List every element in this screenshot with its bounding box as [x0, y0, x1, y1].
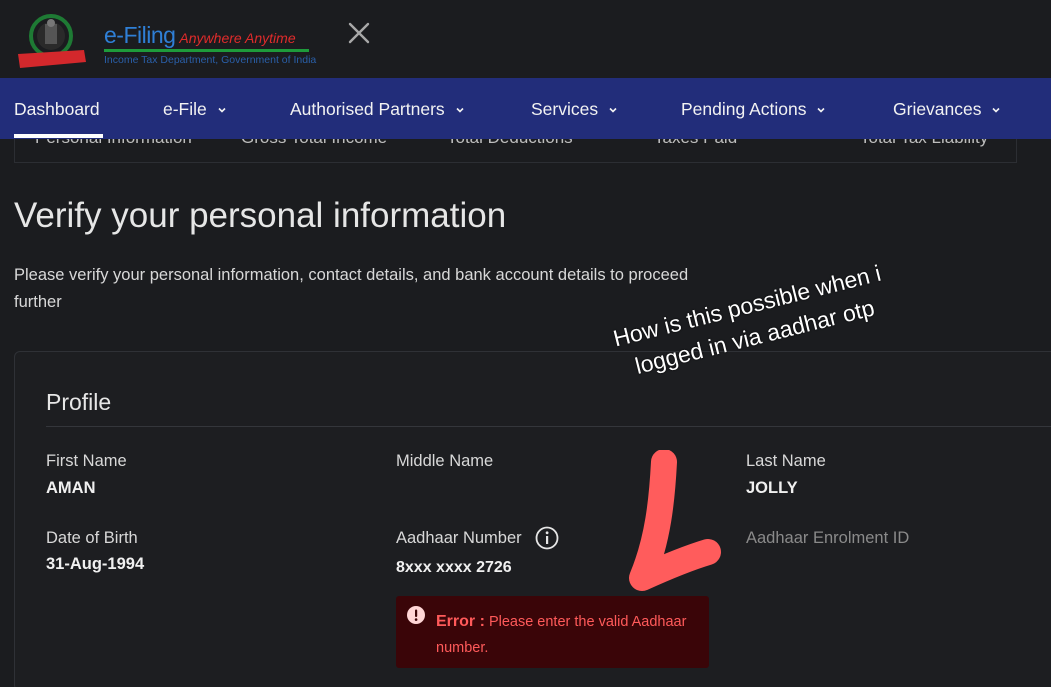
- step-total-deductions[interactable]: Total Deductions: [447, 139, 573, 148]
- brand-tagline: Anywhere Anytime: [179, 30, 296, 46]
- brand-name: e-Filing: [104, 22, 176, 48]
- chevron-down-icon: [992, 108, 1000, 114]
- step-gross-total-income[interactable]: Gross Total Income: [241, 139, 387, 148]
- profile-divider: [46, 426, 1051, 427]
- aadhaar-number-value: 8xxx xxxx 2726: [396, 559, 512, 576]
- dob-value: 31-Aug-1994: [46, 555, 145, 573]
- nav-item-grievances[interactable]: Grievances: [893, 99, 1002, 120]
- error-message: Error : Please enter the valid Aadhaar n…: [436, 609, 700, 661]
- chevron-down-icon: [817, 108, 825, 114]
- filing-steps: Personal Information Gross Total Income …: [14, 139, 1017, 163]
- nav-item-pending-actions[interactable]: Pending Actions: [681, 99, 827, 120]
- step-taxes-paid[interactable]: Taxes Paid: [654, 139, 737, 148]
- nav-active-indicator: [14, 134, 103, 138]
- brand-subtitle: Income Tax Department, Government of Ind…: [104, 54, 317, 66]
- info-icon[interactable]: [535, 526, 559, 550]
- nav-item-e-file[interactable]: e-File: [163, 99, 228, 120]
- brand-block: e-Filing Anywhere Anytime Income Tax Depa…: [104, 22, 316, 66]
- dob-label: Date of Birth: [46, 529, 138, 547]
- close-icon[interactable]: [346, 20, 372, 46]
- middle-name-label: Middle Name: [396, 452, 494, 470]
- step-total-tax-liability[interactable]: Total Tax Liability: [860, 139, 988, 148]
- income-tax-emblem-icon: [18, 14, 86, 68]
- profile-title: Profile: [46, 389, 112, 415]
- brand-underline: [104, 49, 309, 52]
- nav-item-label: Pending Actions: [681, 99, 807, 119]
- nav-item-services[interactable]: Services: [531, 99, 619, 120]
- error-prefix: Error :: [436, 613, 485, 630]
- main-nav: Dashboard e-File Authorised Partners Ser…: [0, 78, 1051, 139]
- nav-item-dashboard[interactable]: Dashboard: [14, 99, 100, 120]
- nav-item-authorised-partners[interactable]: Authorised Partners: [290, 99, 466, 120]
- last-name-value: JOLLY: [746, 479, 798, 497]
- page-description: Please verify your personal information,…: [14, 266, 689, 311]
- annotation-arrow-icon: [629, 450, 721, 591]
- aadhaar-number-label: Aadhaar Number: [396, 529, 522, 547]
- first-name-value: AMAN: [46, 479, 96, 497]
- profile-card: Profile First Name AMAN Middle Name Last…: [14, 351, 1051, 687]
- alert-icon: [407, 606, 425, 624]
- nav-item-label: e-File: [163, 99, 207, 119]
- first-name-label: First Name: [46, 452, 127, 470]
- nav-item-label: Grievances: [893, 99, 982, 119]
- page-title: Verify your personal information: [14, 196, 507, 235]
- top-header: e-Filing Anywhere Anytime Income Tax Depa…: [0, 0, 1051, 78]
- chevron-down-icon: [218, 108, 226, 114]
- nav-item-label: Services: [531, 99, 599, 119]
- nav-item-label: Dashboard: [14, 99, 100, 119]
- aadhaar-error-box: Error : Please enter the valid Aadhaar n…: [396, 596, 709, 668]
- chevron-down-icon: [455, 108, 464, 114]
- aadhaar-enrolment-label: Aadhaar Enrolment ID: [746, 529, 910, 547]
- chevron-down-icon: [609, 108, 617, 114]
- last-name-label: Last Name: [746, 452, 826, 470]
- nav-item-label: Authorised Partners: [290, 99, 445, 119]
- step-personal-information[interactable]: Personal Information: [35, 139, 192, 148]
